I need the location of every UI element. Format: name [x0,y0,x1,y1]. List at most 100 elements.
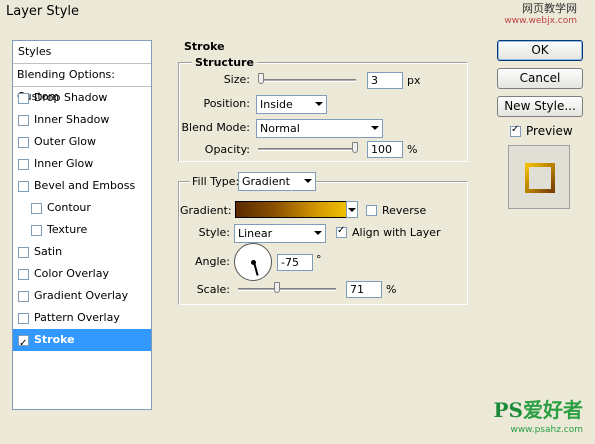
style-item-checkbox[interactable] [18,136,29,148]
style-item-gradient-overlay[interactable]: Gradient Overlay [13,285,151,307]
style-item-checkbox[interactable] [18,290,29,302]
style-item-checkbox[interactable] [31,224,42,236]
reverse-label: Reverse [382,204,427,217]
new-style-button[interactable]: New Style... [497,96,583,117]
preview-checkbox[interactable]: Preview [510,124,573,138]
gradient-swatch[interactable] [235,201,347,218]
position-value: Inside [260,98,293,111]
ok-button[interactable]: OK [497,40,583,61]
style-item-checkbox[interactable] [18,312,29,324]
style-item-pattern-overlay[interactable]: Pattern Overlay [13,307,151,329]
opacity-slider-track[interactable] [258,148,356,151]
style-item-checkbox[interactable] [18,158,29,170]
reverse-checkbox[interactable]: Reverse [366,204,426,217]
style-select[interactable]: Linear [234,224,326,243]
reverse-checkbox-box[interactable] [366,205,377,216]
preview-thumbnail [508,145,570,209]
style-item-label: Pattern Overlay [34,311,120,324]
scale-slider-track[interactable] [238,288,336,291]
style-item-label: Gradient Overlay [34,289,129,302]
chevron-down-icon [371,126,379,130]
scale-slider-thumb[interactable] [274,282,280,293]
position-select[interactable]: Inside [256,95,327,114]
style-item-inner-glow[interactable]: Inner Glow [13,153,151,175]
opacity-slider-thumb[interactable] [352,142,358,153]
style-item-outer-glow[interactable]: Outer Glow [13,131,151,153]
style-item-label: Inner Shadow [34,113,110,126]
size-slider-track[interactable] [258,79,356,82]
scale-label: Scale: [196,283,230,296]
position-label: Position: [203,97,250,110]
styles-list: Styles Blending Options: Custom Drop Sha… [12,40,152,410]
structure-title: Structure [192,56,257,69]
opacity-input[interactable]: 100 [367,141,403,158]
style-item-label: Outer Glow [34,135,97,148]
size-unit: px [407,74,421,87]
cancel-button[interactable]: Cancel [497,68,583,89]
style-item-checkbox[interactable] [18,333,29,355]
style-item-checkbox[interactable] [18,246,29,258]
style-item-satin[interactable]: Satin [13,241,151,263]
chevron-down-icon [314,231,322,235]
scale-unit: % [386,283,397,296]
blending-options-item[interactable]: Blending Options: Custom [13,64,151,103]
style-item-label: Inner Glow [34,157,94,170]
style-item-checkbox[interactable] [18,92,29,104]
scale-input[interactable]: 71 [346,281,382,298]
style-item-checkbox[interactable] [18,268,29,280]
style-value: Linear [238,227,273,240]
gradient-label: Gradient: [180,204,232,217]
fill-type-label: Fill Type: [190,175,242,188]
style-item-texture[interactable]: Texture [13,219,151,241]
align-with-layer-label: Align with Layer [352,226,441,239]
size-label: Size: [223,73,250,86]
angle-center-dot [251,260,256,265]
watermark-top-line2: www.webjx.com [504,16,577,26]
angle-input[interactable]: -75 [277,254,313,271]
style-item-label: Color Overlay [34,267,109,280]
style-item-label: Texture [47,223,88,236]
style-item-checkbox[interactable] [18,114,29,126]
watermark-top-line1: 网页教学网 [522,2,577,15]
style-label: Style: [198,226,230,239]
style-item-label: Satin [34,245,63,258]
style-item-drop-shadow[interactable]: Drop Shadow [13,87,151,109]
style-item-checkbox[interactable] [18,180,29,192]
size-input[interactable]: 3 [367,72,403,89]
fill-type-select[interactable]: Gradient [238,172,316,191]
preview-label: Preview [526,124,573,138]
style-item-contour[interactable]: Contour [13,197,151,219]
align-with-layer-checkbox[interactable]: Align with Layer [336,225,441,239]
style-item-checkbox[interactable] [31,202,42,214]
angle-label: Angle: [194,255,230,268]
blend-mode-value: Normal [260,122,300,135]
style-item-label: Bevel and Emboss [34,179,136,192]
watermark-top: 网页教学网 www.webjx.com [504,3,577,27]
style-item-inner-shadow[interactable]: Inner Shadow [13,109,151,131]
angle-dial[interactable] [234,243,272,281]
preview-stroke-square [525,163,555,193]
align-with-layer-checkbox-box[interactable] [336,225,347,238]
size-slider-thumb[interactable] [258,73,264,84]
angle-unit: ° [316,253,322,266]
style-item-bevel-and-emboss[interactable]: Bevel and Emboss [13,175,151,197]
style-item-color-overlay[interactable]: Color Overlay [13,263,151,285]
watermark-text: 爱好者 [523,398,583,422]
watermark-site: www.psahz.com [510,425,583,435]
blend-mode-select[interactable]: Normal [256,119,383,138]
watermark-bottom: PS爱好者 www.psahz.com [494,400,583,440]
fill-type-value: Gradient [242,175,290,188]
styles-header[interactable]: Styles [13,41,151,64]
gradient-dropdown[interactable] [346,201,358,218]
style-item-stroke[interactable]: Stroke [13,329,151,355]
style-item-label: Stroke [34,333,75,346]
preview-checkbox-box[interactable] [510,124,521,137]
blend-mode-label: Blend Mode: [181,121,251,134]
opacity-label: Opacity: [204,143,250,156]
style-item-label: Contour [47,201,91,214]
chevron-down-icon [304,179,312,183]
stroke-group-title: Stroke [184,40,225,53]
opacity-unit: % [407,143,418,156]
watermark-brand: PS [493,398,523,422]
style-item-label: Drop Shadow [34,91,108,104]
